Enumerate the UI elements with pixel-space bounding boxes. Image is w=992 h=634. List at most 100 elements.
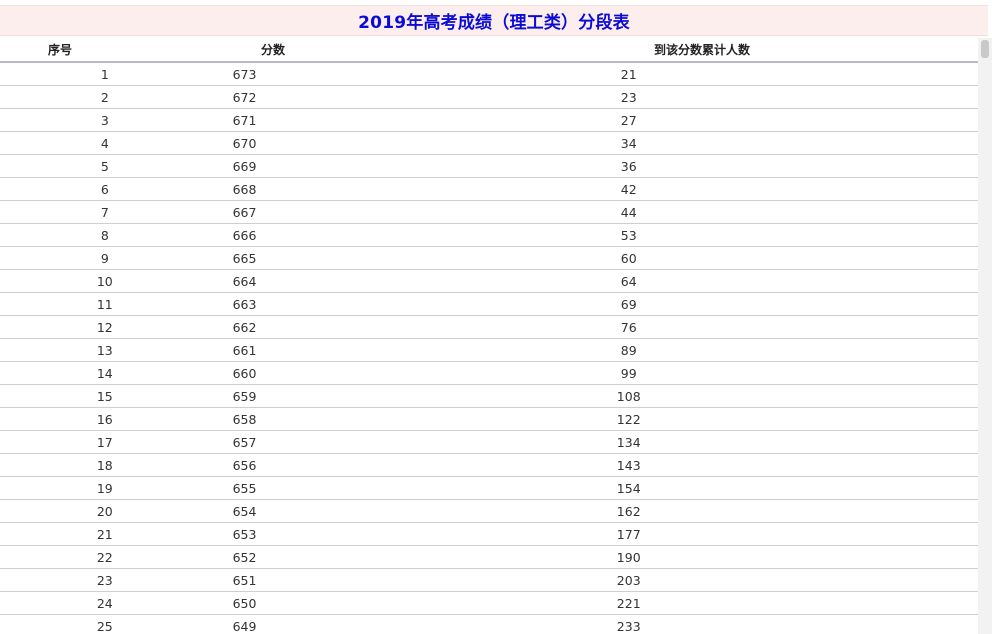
cell-score: 653	[232, 526, 257, 542]
table-row: 10 664 64	[0, 270, 978, 293]
cell-cumulative: 154	[616, 480, 641, 496]
table-row: 17 657 134	[0, 431, 978, 454]
cell-seq: 10	[96, 273, 113, 289]
cell-cumulative: 27	[620, 112, 637, 128]
cell-score: 672	[232, 89, 257, 105]
cell-seq: 9	[100, 250, 109, 266]
table-row: 23 651 203	[0, 569, 978, 592]
cell-score: 651	[232, 572, 257, 588]
header-cumulative: 到该分数累计人数	[653, 43, 750, 57]
cell-cumulative: 89	[620, 342, 637, 358]
cell-score: 658	[232, 411, 257, 427]
cell-score: 663	[232, 296, 257, 312]
cell-cumulative: 143	[616, 457, 641, 473]
cell-score: 654	[232, 503, 257, 519]
cell-seq: 23	[96, 572, 113, 588]
cell-score: 667	[232, 204, 257, 220]
score-table: 序号 分数 到该分数累计人数 1 673 21 2 672 23 3 671 27 4 670 34 5…	[0, 38, 978, 634]
cell-seq: 6	[100, 181, 109, 197]
header-score: 分数	[260, 43, 285, 57]
cell-cumulative: 21	[620, 66, 637, 82]
cell-cumulative: 203	[616, 572, 641, 588]
cell-seq: 7	[100, 204, 109, 220]
cell-score: 655	[232, 480, 257, 496]
table-row: 19 655 154	[0, 477, 978, 500]
table-row: 18 656 143	[0, 454, 978, 477]
cell-seq: 12	[96, 319, 113, 335]
cell-score: 656	[232, 457, 257, 473]
cell-cumulative: 134	[616, 434, 641, 450]
cell-seq: 2	[100, 89, 109, 105]
table-row: 6 668 42	[0, 178, 978, 201]
cell-cumulative: 60	[620, 250, 637, 266]
cell-seq: 1	[100, 66, 109, 82]
score-distribution-page: 2019年高考成绩（理工类）分段表 序号 分数 到该分数累计人数 1 673 21 2…	[0, 0, 992, 634]
cell-cumulative: 108	[616, 388, 641, 404]
table-row: 21 653 177	[0, 523, 978, 546]
cell-cumulative: 162	[616, 503, 641, 519]
table-row: 8 666 53	[0, 224, 978, 247]
cell-score: 668	[232, 181, 257, 197]
table-row: 24 650 221	[0, 592, 978, 615]
header-seq: 序号	[47, 43, 72, 57]
cell-seq: 8	[100, 227, 109, 243]
cell-cumulative: 53	[620, 227, 637, 243]
cell-cumulative: 190	[616, 549, 641, 565]
cell-cumulative: 36	[620, 158, 637, 174]
table-row: 7 667 44	[0, 201, 978, 224]
table-body: 1 673 21 2 672 23 3 671 27 4 670 34 5 669 36 6 668 42 7 667…	[0, 63, 978, 634]
cell-seq: 11	[96, 296, 113, 312]
cell-cumulative: 233	[616, 618, 641, 634]
vertical-scrollbar[interactable]	[978, 38, 992, 634]
cell-cumulative: 64	[620, 273, 637, 289]
cell-score: 673	[232, 66, 257, 82]
cell-seq: 14	[96, 365, 113, 381]
title-bar: 2019年高考成绩（理工类）分段表	[0, 5, 988, 36]
table-row: 3 671 27	[0, 109, 978, 132]
table-row: 20 654 162	[0, 500, 978, 523]
cell-score: 670	[232, 135, 257, 151]
cell-seq: 13	[96, 342, 113, 358]
table-row: 13 661 89	[0, 339, 978, 362]
cell-score: 661	[232, 342, 257, 358]
cell-score: 666	[232, 227, 257, 243]
cell-seq: 15	[96, 388, 113, 404]
cell-cumulative: 23	[620, 89, 637, 105]
cell-score: 664	[232, 273, 257, 289]
cell-score: 652	[232, 549, 257, 565]
cell-seq: 21	[96, 526, 113, 542]
cell-seq: 17	[96, 434, 113, 450]
table-row: 1 673 21	[0, 63, 978, 86]
table-row: 9 665 60	[0, 247, 978, 270]
table-row: 11 663 69	[0, 293, 978, 316]
cell-seq: 25	[96, 618, 113, 634]
cell-cumulative: 99	[620, 365, 637, 381]
table-row: 12 662 76	[0, 316, 978, 339]
cell-score: 649	[232, 618, 257, 634]
cell-score: 671	[232, 112, 257, 128]
scrollbar-thumb[interactable]	[981, 40, 989, 58]
cell-cumulative: 69	[620, 296, 637, 312]
table-row: 15 659 108	[0, 385, 978, 408]
cell-cumulative: 122	[616, 411, 641, 427]
cell-cumulative: 44	[620, 204, 637, 220]
cell-seq: 19	[96, 480, 113, 496]
table-row: 25 649 233	[0, 615, 978, 634]
cell-cumulative: 76	[620, 319, 637, 335]
cell-score: 650	[232, 595, 257, 611]
cell-seq: 24	[96, 595, 113, 611]
table-row: 2 672 23	[0, 86, 978, 109]
cell-score: 657	[232, 434, 257, 450]
cell-seq: 4	[100, 135, 109, 151]
cell-cumulative: 42	[620, 181, 637, 197]
page-title: 2019年高考成绩（理工类）分段表	[358, 13, 630, 33]
cell-cumulative: 221	[616, 595, 641, 611]
cell-score: 669	[232, 158, 257, 174]
cell-cumulative: 177	[616, 526, 641, 542]
table-row: 4 670 34	[0, 132, 978, 155]
cell-seq: 20	[96, 503, 113, 519]
cell-seq: 3	[100, 112, 109, 128]
table-header-row: 序号 分数 到该分数累计人数	[0, 38, 978, 63]
cell-seq: 22	[96, 549, 113, 565]
cell-seq: 16	[96, 411, 113, 427]
